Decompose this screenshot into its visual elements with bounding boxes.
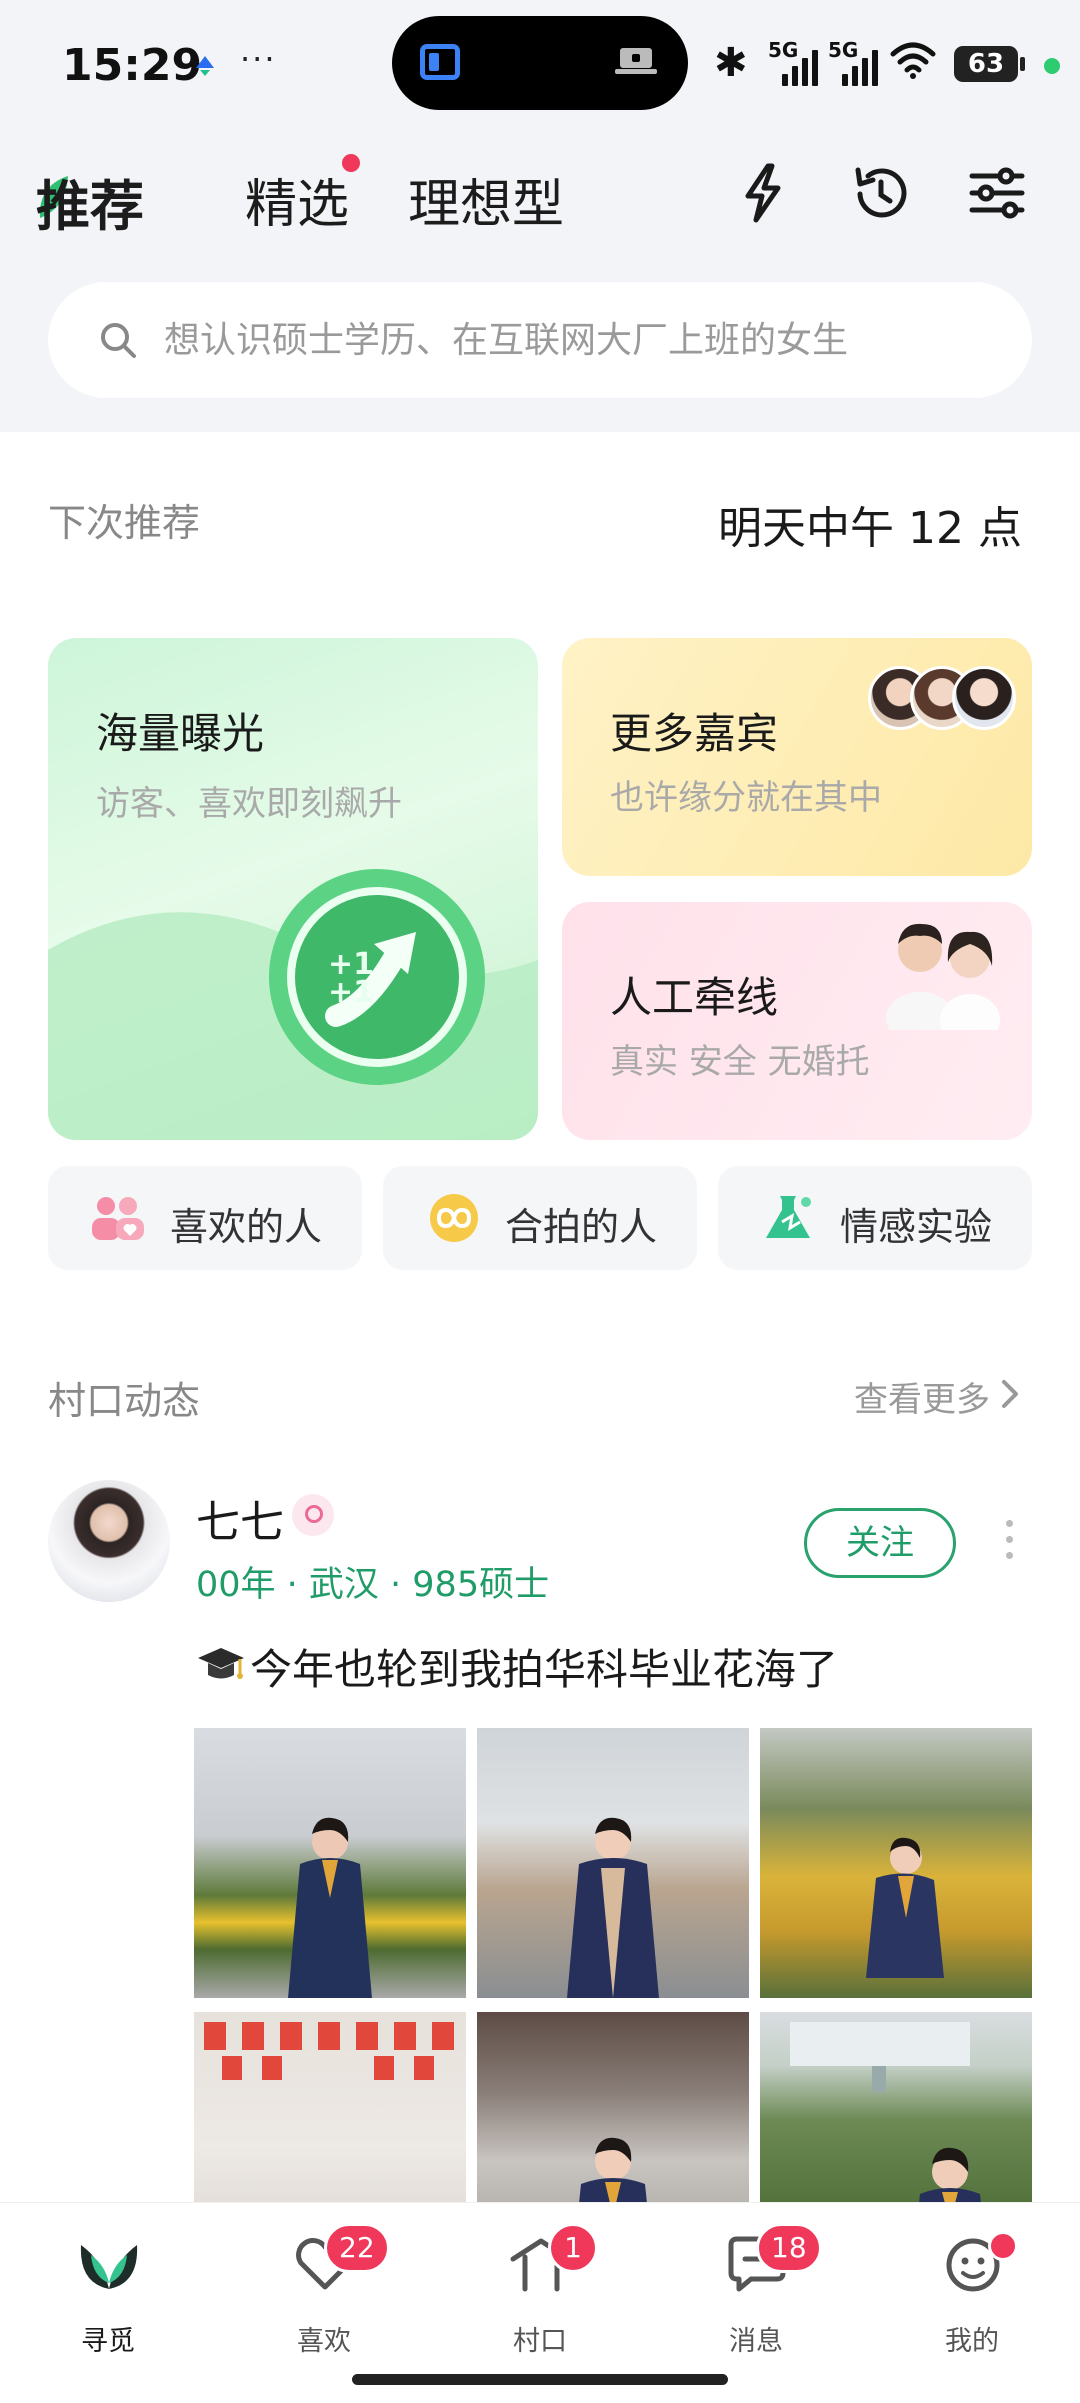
graduate-figure [866,1837,944,1978]
post-text: 今年也轮到我拍华科毕业花海了 [250,1645,839,1694]
next-recommend-time: 明天中午 12 点 [718,503,1022,554]
search-input[interactable] [164,282,1004,398]
svg-text:+1: +1 [328,975,374,1010]
status-time: 15:29 [62,40,203,91]
search-bar[interactable] [48,282,1032,398]
nav-likes[interactable]: 22 喜欢 [216,2203,432,2363]
home-indicator[interactable] [352,2374,728,2385]
post-photo[interactable] [760,1728,1032,1998]
post-author-meta: 00年 · 武汉 · 985硕士 [196,1565,550,1605]
chevron-right-icon[interactable] [998,1376,1022,1412]
lantern-decoration [204,2022,454,2080]
signal-icon-2: 5G [828,38,888,86]
nav-profile[interactable]: 我的 [864,2203,1080,2363]
liked-people-label: 喜欢的人 [170,1205,323,1249]
post-photo[interactable] [194,1728,466,1998]
app-notification-icon [196,56,214,76]
emotion-lab-label: 情感实验 [840,1205,993,1249]
filter-icon[interactable] [962,158,1032,228]
boost-arrow-icon: +1 +1 [269,869,485,1085]
flask-icon [766,1196,811,1238]
exposure-card[interactable]: 海量曝光 访客、喜欢即刻飙升 +1 +1 [48,638,538,1140]
battery-indicator: 63 [954,46,1025,82]
status-bar: 15:29 ··· ✱ 5G 5G 63 [0,0,1080,130]
couple-illustration [886,923,1000,1030]
nav-explore[interactable]: 寻觅 [0,2203,216,2363]
more-notifications-icon: ··· [240,40,277,78]
search-badge-icon [292,1494,334,1536]
emotion-lab-button[interactable]: 情感实验 [718,1166,1032,1270]
signboard [790,2022,970,2092]
view-more-link[interactable]: 查看更多 [854,1372,990,1421]
privacy-dot-icon [1044,58,1060,74]
featured-new-dot [342,154,360,172]
people-heart-icon [92,1197,144,1240]
leaf-logo-icon [80,2245,138,2289]
nav-village[interactable]: 1 村口 [432,2203,648,2363]
tab-recommend[interactable]: 推荐 [36,162,144,241]
nav-messages[interactable]: 18 消息 [648,2203,864,2363]
compatible-people-label: 合拍的人 [505,1205,658,1249]
history-icon[interactable] [846,158,916,228]
next-recommend-label: 下次推荐 [48,501,201,545]
profile-notification-dot [988,2231,1018,2261]
compatible-people-button[interactable]: 合拍的人 [383,1166,697,1270]
graduate-figure [288,1817,372,1998]
feed-section-title: 村口动态 [48,1379,201,1423]
follow-button[interactable]: 关注 [804,1508,956,1578]
nav-label: 村口 [513,2326,567,2357]
header: 推荐 精选 理想型 [0,140,1080,250]
guests-title: 更多嘉宾 [610,709,779,758]
more-options-icon[interactable] [1000,1520,1018,1568]
likes-badge: 22 [324,2223,390,2273]
guests-subtitle: 也许缘分就在其中 [610,778,882,818]
avatar[interactable] [48,1480,170,1602]
matchmaking-subtitle: 真实 安全 无婚托 [610,1042,870,1082]
guest-avatars [868,666,1018,732]
signal-icon: 5G [768,38,828,86]
dynamic-island [392,16,688,110]
flash-icon[interactable] [728,158,798,228]
guests-card[interactable]: 更多嘉宾 也许缘分就在其中 [562,638,1032,876]
nav-label: 消息 [729,2326,783,2357]
liked-people-button[interactable]: 喜欢的人 [48,1166,362,1270]
tab-ideal-type[interactable]: 理想型 [408,162,564,237]
nav-label: 我的 [945,2326,999,2357]
status-right: ✱ 5G 5G 63 [700,36,1080,96]
messages-badge: 18 [756,2223,822,2273]
search-icon [101,323,136,358]
tab-featured[interactable]: 精选 [245,162,349,237]
laptop-icon [615,48,657,74]
bottom-nav: 寻觅 22 喜欢 1 村口 18 消息 我的 [0,2202,1080,2403]
nav-label: 寻觅 [81,2326,135,2357]
matchmaking-card[interactable]: 人工牵线 真实 安全 无婚托 [562,902,1032,1140]
graduation-cap-icon [198,1648,244,1679]
wifi-icon [890,42,936,79]
exposure-subtitle: 访客、喜欢即刻飙升 [96,784,402,824]
post-photo[interactable] [477,1728,749,1998]
infinity-icon [430,1194,478,1242]
matchmaking-title: 人工牵线 [610,973,779,1022]
exposure-title: 海量曝光 [96,709,265,758]
nav-label: 喜欢 [297,2326,351,2357]
screen-cast-icon [420,44,460,80]
village-badge: 1 [548,2223,598,2273]
graduate-figure [567,1817,659,1998]
bluetooth-icon: ✱ [714,40,748,86]
avatar [952,666,1016,730]
post-author-name[interactable]: 七七 [196,1486,284,1550]
